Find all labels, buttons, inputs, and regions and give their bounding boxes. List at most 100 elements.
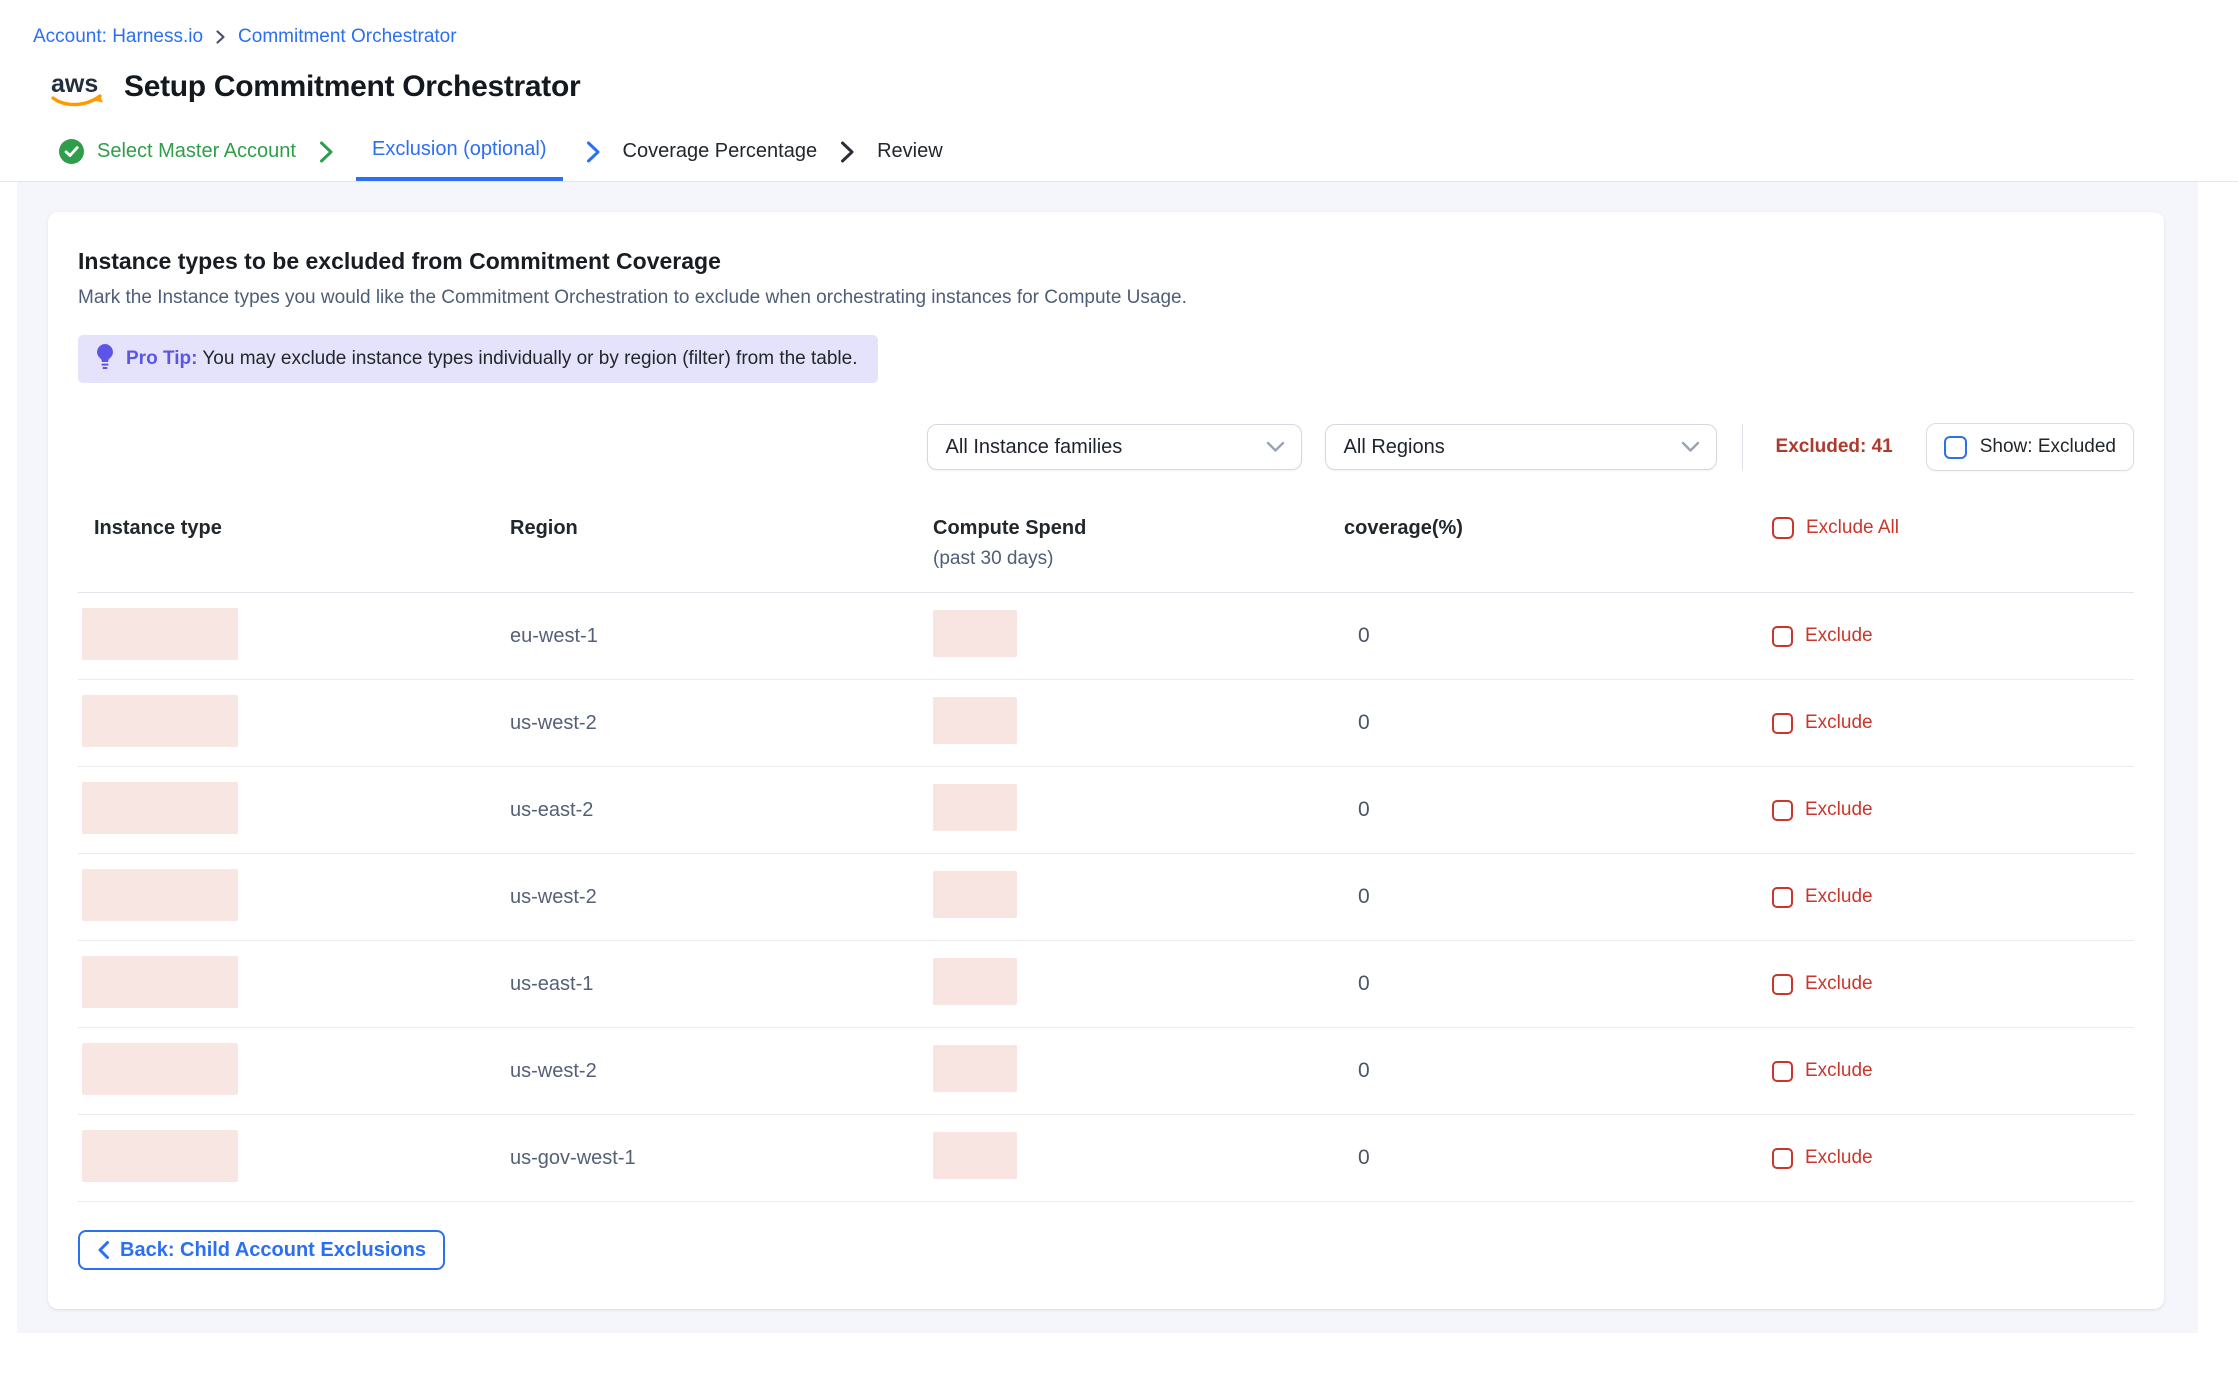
filter-bar: All Instance families All Regions Exclud… bbox=[78, 423, 2134, 471]
back-button[interactable]: Back: Child Account Exclusions bbox=[78, 1230, 445, 1270]
exclude-checkbox[interactable] bbox=[1772, 1061, 1793, 1082]
show-excluded-checkbox[interactable] bbox=[1944, 436, 1967, 459]
breadcrumb-page-link[interactable]: Commitment Orchestrator bbox=[238, 26, 457, 48]
pro-tip-label: Pro Tip: bbox=[126, 348, 197, 369]
table-row: us-east-1 0 Exclude bbox=[78, 941, 2134, 1028]
card-heading: Instance types to be excluded from Commi… bbox=[78, 248, 2134, 275]
redacted-compute-spend bbox=[933, 1045, 1017, 1092]
chevron-right-icon bbox=[318, 122, 334, 181]
cell-coverage: 0 bbox=[1344, 972, 1764, 996]
exclude-checkbox[interactable] bbox=[1772, 713, 1793, 734]
check-circle-icon bbox=[58, 138, 85, 165]
column-header-instance-type: Instance type bbox=[78, 517, 510, 540]
cell-exclude: Exclude bbox=[1764, 973, 2134, 995]
cell-coverage: 0 bbox=[1344, 885, 1764, 909]
step-label: Select Master Account bbox=[97, 140, 296, 163]
chevron-down-icon bbox=[1266, 441, 1285, 453]
region-value: us-west-2 bbox=[510, 712, 597, 734]
cell-region: us-west-2 bbox=[510, 886, 933, 909]
coverage-value: 0 bbox=[1344, 972, 1370, 995]
instance-families-select[interactable]: All Instance families bbox=[927, 424, 1302, 470]
redacted-compute-spend bbox=[933, 958, 1017, 1005]
table-body: eu-west-1 0 Exclude us-west-2 0 Exclude … bbox=[78, 593, 2134, 1202]
vertical-divider bbox=[1742, 424, 1743, 470]
coverage-value: 0 bbox=[1344, 1059, 1370, 1082]
redacted-instance-type bbox=[82, 956, 238, 1008]
cell-compute-spend bbox=[933, 1132, 1344, 1184]
region-value: us-east-1 bbox=[510, 973, 593, 995]
redacted-instance-type bbox=[82, 869, 238, 921]
instance-families-value: All Instance families bbox=[946, 436, 1123, 459]
cell-coverage: 0 bbox=[1344, 1146, 1764, 1170]
cell-compute-spend bbox=[933, 1045, 1344, 1097]
exclude-label: Exclude bbox=[1805, 1147, 1873, 1169]
exclude-checkbox[interactable] bbox=[1772, 1148, 1793, 1169]
svg-text:aws: aws bbox=[51, 70, 98, 98]
exclude-checkbox[interactable] bbox=[1772, 626, 1793, 647]
exclusion-table: Instance type Region Compute Spend (past… bbox=[78, 499, 2134, 1202]
show-excluded-label: Show: Excluded bbox=[1980, 436, 2116, 458]
redacted-compute-spend bbox=[933, 610, 1017, 657]
coverage-value: 0 bbox=[1344, 885, 1370, 908]
coverage-value: 0 bbox=[1344, 1146, 1370, 1169]
cell-region: us-west-2 bbox=[510, 712, 933, 735]
regions-select[interactable]: All Regions bbox=[1325, 424, 1717, 470]
coverage-value: 0 bbox=[1344, 798, 1370, 821]
exclude-label: Exclude bbox=[1805, 712, 1873, 734]
redacted-instance-type bbox=[82, 1043, 238, 1095]
exclude-checkbox[interactable] bbox=[1772, 887, 1793, 908]
cell-coverage: 0 bbox=[1344, 711, 1764, 735]
table-row: eu-west-1 0 Exclude bbox=[78, 593, 2134, 680]
pro-tip-banner: Pro Tip: You may exclude instance types … bbox=[78, 335, 878, 383]
step-coverage-percentage[interactable]: Coverage Percentage bbox=[623, 122, 818, 181]
step-exclusion-optional[interactable]: Exclusion (optional) bbox=[356, 122, 563, 181]
column-header-coverage: coverage(%) bbox=[1344, 517, 1764, 540]
column-header-compute-spend: Compute Spend (past 30 days) bbox=[933, 517, 1344, 570]
step-label: Exclusion (optional) bbox=[372, 138, 547, 161]
exclude-all-checkbox[interactable] bbox=[1772, 517, 1794, 539]
cell-exclude: Exclude bbox=[1764, 712, 2134, 734]
region-value: us-gov-west-1 bbox=[510, 1147, 636, 1169]
region-value: eu-west-1 bbox=[510, 625, 598, 647]
column-header-region: Region bbox=[510, 517, 933, 540]
chevron-right-icon bbox=[585, 122, 601, 181]
exclude-checkbox[interactable] bbox=[1772, 974, 1793, 995]
exclude-checkbox[interactable] bbox=[1772, 800, 1793, 821]
exclude-label: Exclude bbox=[1805, 799, 1873, 821]
step-review[interactable]: Review bbox=[877, 122, 943, 181]
back-button-label: Back: Child Account Exclusions bbox=[120, 1239, 426, 1262]
card-subheading: Mark the Instance types you would like t… bbox=[78, 287, 2134, 309]
cell-instance-type bbox=[78, 608, 510, 665]
excluded-count-badge: Excluded: 41 bbox=[1776, 436, 1893, 458]
regions-value: All Regions bbox=[1344, 436, 1445, 459]
breadcrumb-account-link[interactable]: Account: Harness.io bbox=[33, 26, 203, 48]
step-select-master-account[interactable]: Select Master Account bbox=[58, 122, 296, 181]
pro-tip-text: You may exclude instance types individua… bbox=[202, 348, 857, 369]
region-value: us-west-2 bbox=[510, 1060, 597, 1082]
cell-region: us-east-2 bbox=[510, 799, 933, 822]
cell-region: us-east-1 bbox=[510, 973, 933, 996]
cell-instance-type bbox=[78, 695, 510, 752]
cell-instance-type bbox=[78, 956, 510, 1013]
cell-coverage: 0 bbox=[1344, 1059, 1764, 1083]
breadcrumb: Account: Harness.io Commitment Orchestra… bbox=[33, 24, 2200, 50]
step-label: Coverage Percentage bbox=[623, 140, 818, 163]
column-header-compute-spend-sub: (past 30 days) bbox=[933, 548, 1344, 570]
stepper: Select Master Account Exclusion (optiona… bbox=[0, 122, 2238, 182]
redacted-instance-type bbox=[82, 695, 238, 747]
table-row: us-west-2 0 Exclude bbox=[78, 854, 2134, 941]
cell-compute-spend bbox=[933, 784, 1344, 836]
breadcrumb-separator-icon bbox=[215, 29, 226, 45]
exclude-label: Exclude bbox=[1805, 1060, 1873, 1082]
exclude-all-label: Exclude All bbox=[1806, 517, 1899, 539]
cell-exclude: Exclude bbox=[1764, 625, 2134, 647]
column-header-exclude-all: Exclude All bbox=[1764, 517, 2134, 539]
page-header: Account: Harness.io Commitment Orchestra… bbox=[0, 0, 2238, 182]
title-row: aws Setup Commitment Orchestrator bbox=[33, 62, 2200, 108]
exclude-label: Exclude bbox=[1805, 625, 1873, 647]
aws-logo-icon: aws bbox=[48, 68, 110, 112]
footer-actions: Back: Child Account Exclusions bbox=[78, 1230, 2134, 1270]
show-excluded-toggle[interactable]: Show: Excluded bbox=[1926, 423, 2134, 471]
cell-instance-type bbox=[78, 1043, 510, 1100]
redacted-instance-type bbox=[82, 608, 238, 660]
